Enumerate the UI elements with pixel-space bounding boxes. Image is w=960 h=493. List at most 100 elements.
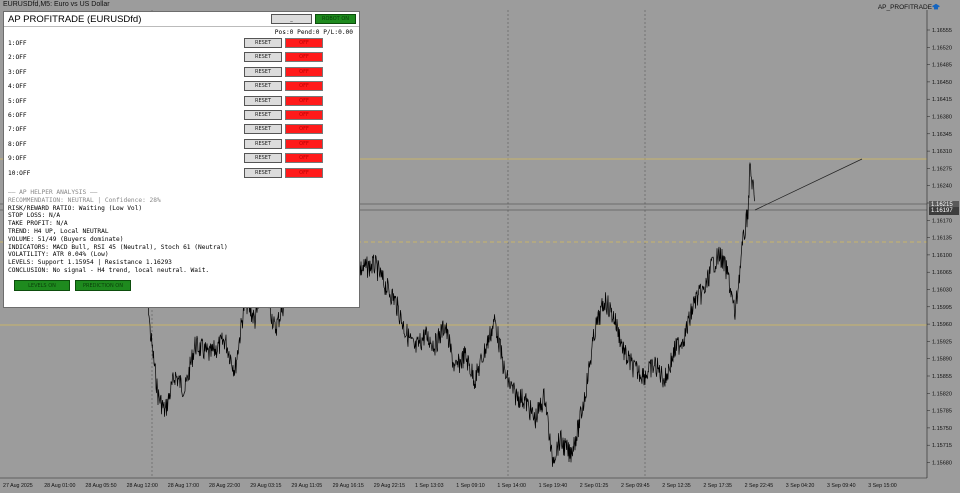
price-tick-label: 1.16135 [932, 236, 952, 242]
time-tick-label: 27 Aug 2025 [3, 483, 33, 489]
slot-row: 3:OFF RESET OFF [4, 66, 359, 79]
price-tick-label: 1.16240 [932, 184, 952, 190]
prediction-line [754, 158, 863, 211]
analysis-volume: VOLUME: 51/49 (Buyers dominate) [8, 235, 124, 243]
slot-reset-button[interactable]: RESET [244, 81, 282, 92]
price-tick-label: 1.15995 [932, 305, 952, 311]
time-tick-label: 2 Sep 09:45 [621, 483, 650, 489]
slot-reset-button[interactable]: RESET [244, 138, 282, 149]
time-tick-label: 1 Sep 19:40 [539, 483, 568, 489]
time-tick-label: 29 Aug 11:05 [291, 483, 322, 489]
analysis-volatility: VOLATILITY: ATR 0.04% (Low) [8, 251, 109, 259]
time-tick-label: 1 Sep 13:03 [415, 483, 444, 489]
time-tick-label: 28 Aug 05:50 [85, 483, 116, 489]
time-tick-label: 2 Sep 17:35 [703, 483, 732, 489]
time-tick-label: 3 Sep 04:20 [786, 483, 815, 489]
slot-row: 8:OFF RESET OFF [4, 138, 359, 151]
price-tick-label: 1.16450 [932, 80, 952, 86]
slot-toggle-button[interactable]: OFF [285, 138, 323, 149]
slot-label: 6:OFF [8, 112, 27, 119]
slot-toggle-button[interactable]: OFF [285, 153, 323, 164]
slot-reset-button[interactable]: RESET [244, 38, 282, 48]
slot-reset-button[interactable]: RESET [244, 66, 282, 77]
price-tick-label: 1.16345 [932, 132, 952, 138]
slot-toggle-button[interactable]: OFF [285, 52, 323, 63]
analysis-take-profit: TAKE PROFIT: N/A [8, 220, 68, 228]
slot-label: 1:OFF [8, 40, 27, 47]
price-tick-label: 1.16100 [932, 253, 952, 259]
slot-label: 5:OFF [8, 97, 27, 105]
price-tick-label: 1.15785 [932, 409, 952, 415]
analysis-recommendation: RECOMMENDATION: NEUTRAL | Confidence: 28… [8, 196, 161, 204]
slot-label: 9:OFF [8, 155, 27, 163]
price-tick-label: 1.15925 [932, 339, 952, 345]
slot-toggle-button[interactable]: OFF [285, 38, 323, 48]
price-tick-label: 1.16030 [932, 288, 952, 294]
time-tick-label: 29 Aug 16:15 [333, 483, 364, 489]
levels-button[interactable]: LEVELS ON [14, 280, 70, 291]
slot-row: 6:OFF RESET OFF [4, 110, 359, 122]
minimize-button[interactable]: _ [271, 14, 312, 24]
price-tick-label: 1.15855 [932, 374, 952, 380]
price-tick-label: 1.16520 [932, 45, 952, 51]
prediction-button[interactable]: PREDICTION ON [75, 280, 131, 291]
price-tick-label: 1.15750 [932, 426, 952, 432]
chart-title: EURUSDfd,M5: Euro vs US Dollar [3, 1, 110, 8]
robot-toggle-button[interactable]: ROBOT ON [315, 14, 356, 24]
time-tick-label: 2 Sep 01:25 [580, 483, 609, 489]
slot-row: 2:OFF RESET OFF [4, 52, 359, 64]
slot-reset-button[interactable]: RESET [244, 153, 282, 164]
slot-reset-button[interactable]: RESET [244, 52, 282, 63]
time-tick-label: 1 Sep 14:00 [497, 483, 526, 489]
time-tick-label: 1 Sep 09:10 [456, 483, 485, 489]
time-tick-label: 2 Sep 12:35 [662, 483, 691, 489]
price-tick-label: 1.16275 [932, 166, 952, 172]
slot-toggle-button[interactable]: OFF [285, 124, 323, 135]
slot-label: 8:OFF [8, 140, 27, 148]
time-tick-label: 28 Aug 01:00 [44, 483, 75, 489]
header-divider [4, 26, 359, 27]
price-tick-label: 1.15960 [932, 322, 952, 328]
slot-label: 3:OFF [8, 68, 27, 76]
status-line: Pos:0 Pend:0 P/L:0.00 [274, 29, 353, 36]
time-tick-label: 2 Sep 22:45 [745, 483, 774, 489]
slot-label: 10:OFF [8, 169, 31, 177]
time-tick-label: 3 Sep 09:40 [827, 483, 856, 489]
slot-row: 7:OFF RESET OFF [4, 124, 359, 136]
slot-row: 10:OFF RESET OFF [4, 167, 359, 180]
slot-label: 4:OFF [8, 83, 27, 91]
price-tick-label: 1.15715 [932, 443, 952, 449]
price-tick-label: 1.16415 [932, 97, 952, 103]
graduation-hat-icon [932, 3, 940, 10]
slot-toggle-button[interactable]: OFF [285, 66, 323, 77]
analysis-trend: TREND: H4 UP, Local NEUTRAL [8, 227, 109, 235]
slot-toggle-button[interactable]: OFF [285, 167, 323, 178]
analysis-stop-loss: STOP LOSS: N/A [8, 212, 61, 220]
slot-row: 5:OFF RESET OFF [4, 95, 359, 108]
price-tick-label: 1.16310 [932, 149, 952, 155]
time-axis-labels: 27 Aug 2025 28 Aug 01:00 28 Aug 05:50 28 Au… [3, 483, 897, 489]
slot-toggle-button[interactable]: OFF [285, 81, 323, 92]
time-tick-label: 28 Aug 22:00 [209, 483, 240, 489]
analysis-header: —— AP HELPER ANALYSIS —— [8, 189, 98, 196]
price-tick-label: 1.15820 [932, 391, 952, 397]
slot-reset-button[interactable]: RESET [244, 167, 282, 178]
time-tick-label: 29 Aug 22:15 [374, 483, 405, 489]
analysis-indicators: INDICATORS: MACD Bull, RSI 45 (Neutral),… [8, 243, 228, 251]
slot-reset-button[interactable]: RESET [244, 110, 282, 120]
price-tick-label: 1.16485 [932, 63, 952, 69]
slot-toggle-button[interactable]: OFF [285, 95, 323, 106]
slot-row: 9:OFF RESET OFF [4, 153, 359, 165]
slot-reset-button[interactable]: RESET [244, 124, 282, 135]
analysis-block: —— AP HELPER ANALYSIS —— RECOMMENDATION:… [8, 189, 228, 275]
indicator-name: AP_PROFITRADE [877, 4, 932, 11]
slot-label: 2:OFF [8, 54, 27, 62]
control-panel: AP PROFITRADE (EURUSDfd) _ ROBOT ON Pos:… [3, 11, 360, 308]
slot-toggle-button[interactable]: OFF [285, 110, 323, 120]
slot-reset-button[interactable]: RESET [244, 95, 282, 106]
time-tick-label: 3 Sep 15:00 [868, 483, 897, 489]
time-tick-label: 28 Aug 12:00 [127, 483, 158, 489]
price-tick-label: 1.16380 [932, 115, 952, 121]
price-tick-label: 1.16555 [932, 28, 952, 34]
time-tick-label: 29 Aug 03:15 [250, 483, 281, 489]
